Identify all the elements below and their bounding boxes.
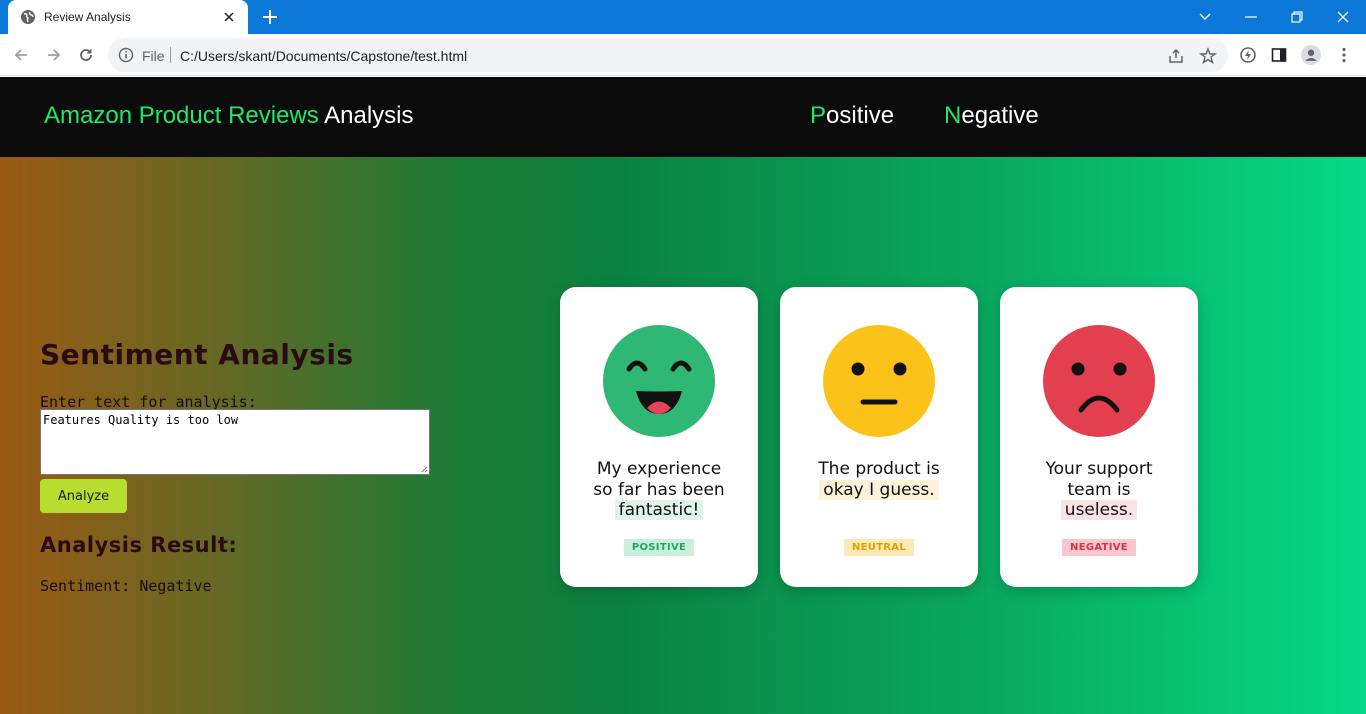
neutral-card: The product is okay I guess. NEUTRAL [780,287,978,587]
sentiment-analysis-title: Sentiment Analysis [40,338,354,371]
quote-line: The product is [818,459,940,479]
globe-icon [21,10,35,24]
brand-green-text: Amazon Product Reviews [44,102,319,129]
positive-badge: POSITIVE [623,539,695,556]
nav-rest: egative [961,102,1039,129]
quote-line: so far has been [593,479,725,500]
info-icon[interactable] [118,47,134,63]
nav-link-positive[interactable]: Positive [810,102,894,130]
review-text-input[interactable]: Features Quality is too low [40,409,430,475]
back-icon[interactable] [10,44,32,66]
browser-toolbar: File C:/Users/skant/Documents/Capstone/t… [0,34,1366,76]
quote-highlight: useless. [1060,500,1138,520]
resize-handle-icon[interactable] [420,465,428,473]
file-scheme-label: File [142,48,165,64]
share-icon[interactable] [1167,47,1185,65]
new-tab-icon[interactable] [260,7,280,27]
quote-line: team is [1067,479,1131,500]
neutral-face-icon [823,325,935,437]
nav-link-negative[interactable]: Negative [944,102,1039,130]
reload-icon[interactable] [75,44,97,66]
browser-tab-bar: Review Analysis [0,0,1366,34]
close-tab-icon[interactable] [220,8,238,26]
card-quote: Your support team is useless. [1000,459,1198,521]
minimize-icon[interactable] [1239,5,1263,29]
restore-icon[interactable] [1285,5,1309,29]
address-bar[interactable]: File C:/Users/skant/Documents/Capstone/t… [108,38,1228,72]
close-window-icon[interactable] [1331,5,1355,29]
tab-search-icon[interactable] [1193,5,1217,29]
forward-icon[interactable] [43,44,65,66]
sentiment-result: Sentiment: Negative [40,577,212,595]
analysis-result-title: Analysis Result: [40,533,238,557]
nav-initial: N [944,102,962,129]
card-quote: The product is okay I guess. [780,459,978,500]
neutral-badge: NEUTRAL [843,539,915,556]
quote-line: My experience [596,459,722,479]
address-separator [170,47,171,63]
profile-avatar-icon[interactable] [1301,45,1321,65]
quote-line: Your support [1045,459,1153,479]
analyze-button[interactable]: Analyze [40,479,127,513]
url-text[interactable]: C:/Users/skant/Documents/Capstone/test.h… [180,48,467,64]
nav-initial: P [810,102,827,129]
side-panel-icon[interactable] [1269,45,1289,65]
review-text-value: Features Quality is too low [43,413,239,427]
positive-card: My experience so far has been fantastic!… [560,287,758,587]
site-header: Amazon Product Reviews Analysis Positive… [0,77,1366,157]
site-brand[interactable]: Amazon Product Reviews Analysis [44,102,414,130]
bookmark-star-icon[interactable] [1199,47,1217,65]
brand-white-text: Analysis [324,102,414,129]
browser-tab[interactable]: Review Analysis [8,0,248,34]
negative-badge: NEGATIVE [1062,539,1136,556]
hero-section: Sentiment Analysis Enter text for analys… [0,157,1366,714]
sad-face-icon [1043,325,1155,437]
tab-title: Review Analysis [44,10,131,24]
quote-highlight: fantastic! [614,500,704,520]
extension-icon[interactable] [1238,45,1258,65]
nav-rest: ositive [826,102,895,129]
menu-kebab-icon[interactable] [1334,45,1354,65]
happy-face-icon [603,325,715,437]
quote-highlight: okay I guess. [819,479,939,500]
card-quote: My experience so far has been fantastic! [560,459,758,521]
negative-card: Your support team is useless. NEGATIVE [1000,287,1198,587]
